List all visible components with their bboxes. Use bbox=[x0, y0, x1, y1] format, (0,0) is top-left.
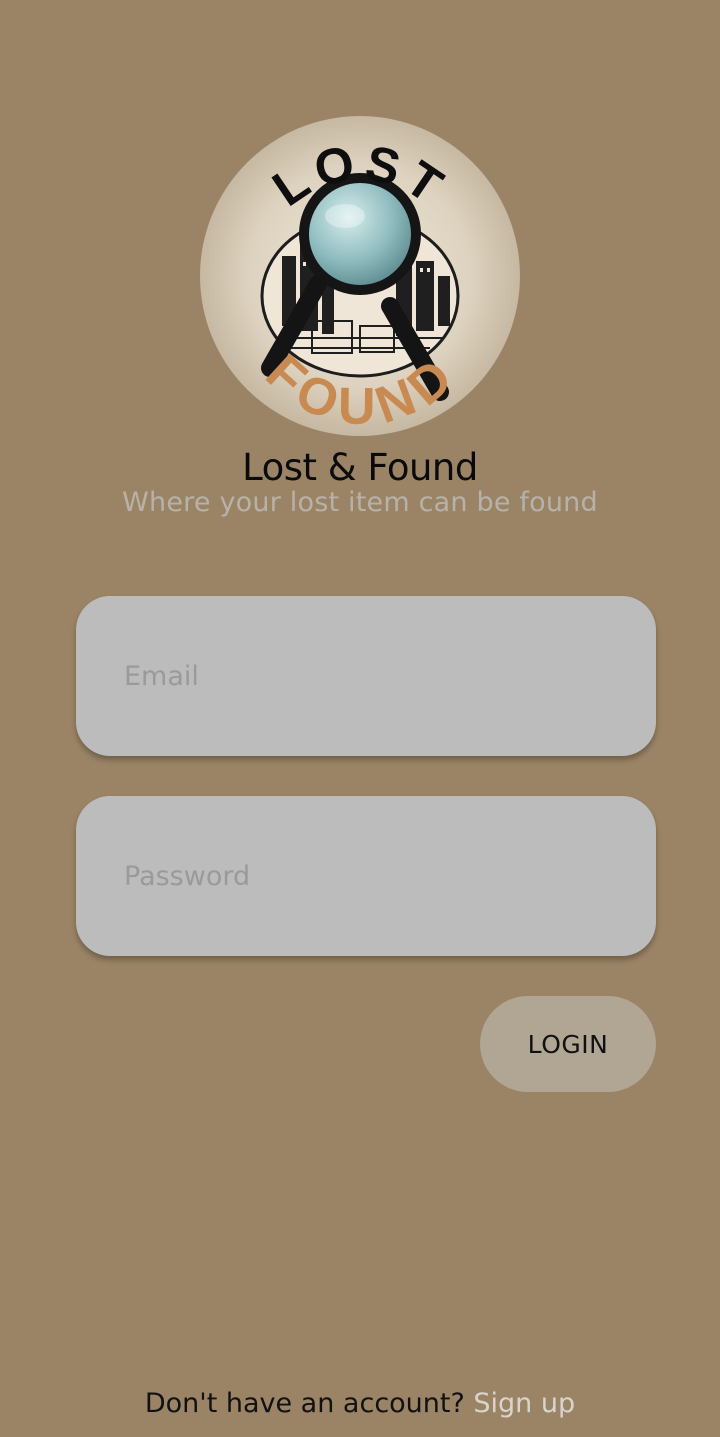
app-tagline: Where your lost item can be found bbox=[122, 487, 598, 518]
signup-link[interactable]: Sign up bbox=[473, 1388, 575, 1419]
password-input[interactable] bbox=[76, 796, 656, 956]
app-logo-image: LOST FOUND bbox=[200, 116, 520, 436]
email-field-container bbox=[76, 596, 656, 756]
signup-prompt-text: Don't have an account? bbox=[144, 1388, 474, 1419]
signup-prompt-row: Don't have an account? Sign up bbox=[0, 1388, 720, 1419]
app-logo: LOST FOUND bbox=[200, 116, 520, 436]
password-field-container bbox=[76, 796, 656, 956]
email-input[interactable] bbox=[76, 596, 656, 756]
login-button[interactable]: LOGIN bbox=[480, 996, 656, 1092]
app-title: Lost & Found bbox=[242, 446, 478, 489]
